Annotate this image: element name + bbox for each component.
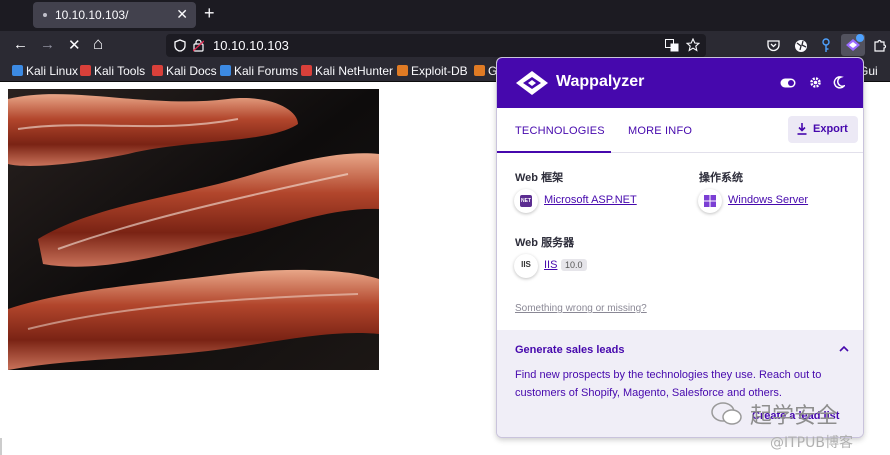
extensions-puzzle-icon[interactable]	[873, 38, 887, 52]
extension-globe-icon[interactable]	[794, 39, 808, 53]
new-tab-button[interactable]: +	[204, 3, 215, 24]
bookmark-exploit-db[interactable]: Exploit-DB	[397, 64, 468, 78]
settings-gear-icon[interactable]	[809, 76, 822, 89]
wappalyzer-popup: Wappalyzer TECHNOLOGIES MORE INFO Export…	[496, 57, 864, 438]
bookmark-g[interactable]: G	[474, 64, 497, 78]
windows-icon	[698, 189, 722, 213]
bookmark-kali-linux[interactable]: Kali Linux	[12, 64, 78, 78]
aspnet-logo: NET	[520, 195, 532, 207]
tab-more-info[interactable]: MORE INFO	[628, 125, 692, 137]
wappalyzer-extension-button[interactable]	[841, 34, 865, 56]
bookmark-kali-tools[interactable]: Kali Tools	[80, 64, 145, 78]
sales-leads-title[interactable]: Generate sales leads	[515, 344, 624, 356]
page-scrollbar[interactable]	[0, 438, 2, 455]
tab-close-icon[interactable]: ✕	[176, 6, 188, 23]
something-wrong-link[interactable]: Something wrong or missing?	[515, 303, 647, 314]
wappalyzer-header: Wappalyzer	[497, 58, 863, 108]
export-button[interactable]: Export	[788, 116, 858, 143]
tab-technologies-label: TECHNOLOGIES	[515, 125, 605, 137]
home-icon[interactable]: ⌂	[93, 34, 103, 54]
bookmark-kali-nethunter[interactable]: Kali NetHunter	[301, 64, 393, 78]
wappalyzer-tabs: TECHNOLOGIES MORE INFO Export	[497, 108, 863, 153]
key-extension-icon[interactable]	[821, 38, 831, 53]
chevron-up-icon[interactable]	[839, 345, 849, 352]
stop-icon[interactable]: ✕	[68, 36, 81, 54]
kali-dragon-icon	[12, 65, 23, 76]
export-label: Export	[813, 123, 848, 135]
tech-iis-link[interactable]: IIS	[544, 259, 557, 271]
download-icon	[797, 123, 807, 135]
iis-icon: IIS	[514, 254, 538, 278]
theme-moon-icon[interactable]	[833, 76, 845, 89]
iis-version-badge: 10.0	[561, 259, 587, 271]
kali-tools-icon	[80, 65, 91, 76]
url-text: 10.10.10.103	[213, 38, 289, 53]
browser-tab[interactable]: 10.10.10.103/ ✕	[33, 2, 196, 28]
navigation-bar: ← → ✕ ⌂ 10.10.10.103	[0, 31, 890, 60]
shield-icon[interactable]	[174, 39, 186, 52]
insecure-lock-icon[interactable]	[193, 39, 204, 52]
forward-icon[interactable]: →	[40, 36, 55, 53]
kali-forums-icon	[220, 65, 231, 76]
wappalyzer-title: Wappalyzer	[556, 73, 645, 90]
kali-docs-icon	[152, 65, 163, 76]
category-operating-system: 操作系统	[699, 172, 743, 184]
wechat-icon	[711, 402, 742, 425]
bacon-image	[8, 89, 379, 370]
url-bar[interactable]: 10.10.10.103	[166, 34, 706, 57]
exploit-db-icon	[397, 65, 408, 76]
iis-logo: IIS	[521, 260, 531, 269]
tab-title: 10.10.10.103/	[55, 8, 129, 22]
bookmark-kali-forums[interactable]: Kali Forums	[220, 64, 298, 78]
aspnet-icon: NET	[514, 189, 538, 213]
browser-tab-bar: 10.10.10.103/ ✕ +	[0, 0, 890, 31]
nethunter-icon	[301, 65, 312, 76]
bookmark-star-icon[interactable]	[686, 38, 700, 52]
extension-badge	[856, 34, 864, 42]
tech-windows-server-link[interactable]: Windows Server	[728, 194, 808, 206]
translate-icon[interactable]	[665, 39, 679, 52]
toggle-switch-icon[interactable]	[780, 78, 796, 88]
back-icon[interactable]: ←	[13, 36, 28, 53]
pocket-icon[interactable]	[767, 40, 780, 52]
ghdb-icon	[474, 65, 485, 76]
windows-logo-icon	[704, 195, 716, 207]
sales-leads-description: Find new prospects by the technologies t…	[515, 369, 822, 399]
watermark-site: @ITPUB博客	[770, 435, 853, 451]
wappalyzer-logo-icon	[516, 71, 548, 95]
category-web-server: Web 服务器	[515, 237, 575, 249]
category-web-framework: Web 框架	[515, 172, 564, 184]
bookmark-kali-docs[interactable]: Kali Docs	[152, 64, 217, 78]
tech-aspnet-link[interactable]: Microsoft ASP.NET	[544, 194, 637, 206]
tab-favicon	[43, 13, 47, 17]
watermark-text: 起学安全	[750, 404, 839, 429]
tab-technologies[interactable]: TECHNOLOGIES	[497, 108, 611, 153]
